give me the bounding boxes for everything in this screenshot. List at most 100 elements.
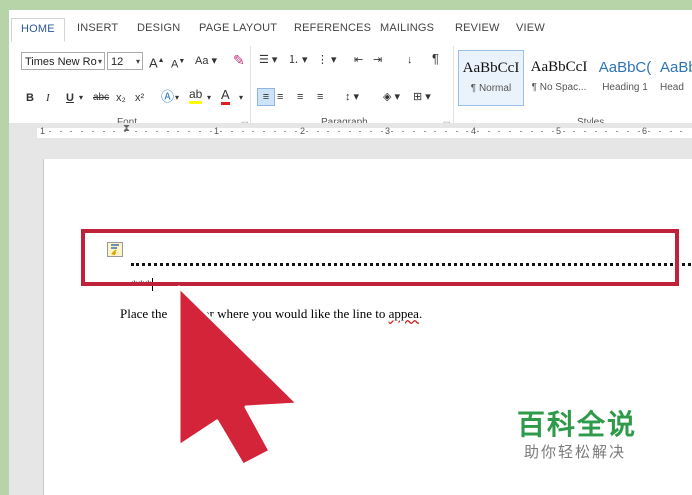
ruler-tick [337,131,340,132]
ruler-tick [669,131,672,132]
ruler-tick [594,131,597,132]
bullets-icon[interactable]: ☰ ▾ [259,52,277,68]
ruler-tick [252,131,255,132]
underline-button[interactable]: U [66,90,74,106]
ruler-number: 1 [40,126,46,136]
ruler-tick [316,131,319,132]
watermark-subtitle: 助你轻松解决 [524,444,627,461]
ruler-tick [145,131,148,132]
highlight-color-icon[interactable]: ab [189,88,203,104]
italic-button[interactable]: I [46,90,50,106]
tab-review[interactable]: REVIEW [455,22,500,34]
chevron-down-icon[interactable]: ▾ [175,90,179,106]
tab-home[interactable]: HOME [11,18,65,42]
ruler-tick [241,131,244,132]
ruler-tick [402,131,405,132]
group-divider [453,46,454,126]
ruler-number: 2 [300,126,306,136]
chevron-down-icon[interactable]: ▾ [239,90,243,106]
style-heading-2[interactable]: AaBbC Head [660,50,692,106]
style-heading-2-name: Head [660,82,684,93]
ruler-tick [551,131,554,132]
tab-page-layout[interactable]: PAGE LAYOUT [199,22,277,34]
multilevel-list-icon[interactable]: ⋮ ▾ [317,52,337,68]
style-normal[interactable]: AaBbCcI ¶ Normal [458,50,524,106]
strikethrough-button[interactable]: abc [93,90,109,106]
ruler-tick [113,131,116,132]
grow-font-button[interactable]: A▲ [149,53,165,71]
ruler-tick [370,131,372,132]
style-no-spacing[interactable]: AaBbCcI ¶ No Spac... [526,50,592,106]
ruler-tick [637,131,640,132]
ruler-tick [605,131,608,132]
ruler-tick [584,131,586,132]
horizontal-ruler[interactable]: 1 ⧗ 1 2 3 4 5 6 [9,123,692,141]
instruction-paragraph[interactable]: Place the cursoror where you would like … [120,306,422,322]
align-right-icon[interactable]: ≡ [297,89,303,105]
ruler-tick [134,131,137,132]
superscript-button[interactable]: x² [135,90,144,106]
ruler-number: 6 [642,126,648,136]
ruler-tick [573,131,576,132]
indent-marker-icon[interactable]: ⧗ [123,123,130,134]
chevron-down-icon[interactable]: ▾ [207,90,211,106]
bold-button[interactable]: B [26,90,34,106]
ruler-tick [444,131,447,132]
ruler-tick [273,131,276,132]
ruler-tick [616,131,619,132]
align-center-icon[interactable]: ≡ [277,89,283,105]
align-left-icon[interactable]: ≡ [257,88,275,106]
line-spacing-icon[interactable]: ↕ ▾ [345,89,359,105]
ruler-tick [59,131,62,132]
tab-references[interactable]: REFERENCES [294,22,371,34]
ruler-tick [434,131,437,132]
font-color-icon[interactable]: A [221,88,230,105]
ruler-number: 3 [385,126,391,136]
show-formatting-button[interactable]: ¶ [432,51,439,67]
change-case-label: Aa [195,55,209,67]
chevron-down-icon[interactable]: ▾ [98,53,102,71]
sort-icon[interactable]: ↓ [407,52,413,68]
ruler-tick [391,131,394,132]
tab-mailings[interactable]: MAILINGS [380,22,434,34]
ruler-tick [188,131,191,132]
font-name-combo[interactable]: Times New Ro ▾ [21,52,105,70]
ruler-tick [81,131,84,132]
ruler-tick [49,131,51,132]
subscript-button[interactable]: x₂ [116,90,126,106]
tab-design[interactable]: DESIGN [137,22,180,34]
misspelled-word: appea [388,306,419,321]
ruler-tick [423,131,426,132]
font-size-value: 12 [111,56,124,68]
underline-dropdown-icon[interactable]: ▾ [79,90,83,106]
shading-icon[interactable]: ◈ ▾ [383,89,400,105]
ruler-tick [412,131,415,132]
ruler-tick [541,131,544,132]
ruler-tick [295,131,298,132]
ruler-tick [284,131,287,132]
text-effects-icon[interactable]: Ⓐ [161,89,174,105]
font-size-combo[interactable]: 12 ▾ [107,52,143,70]
font-name-value: Times New Ro [25,56,97,68]
ruler-tick [455,131,458,132]
tab-view[interactable]: VIEW [516,22,545,34]
increase-indent-icon[interactable]: ⇥ [373,52,382,68]
decrease-indent-icon[interactable]: ⇤ [354,52,363,68]
style-normal-sample: AaBbCcI [462,60,520,76]
clear-formatting-icon[interactable]: ✎ [233,52,245,68]
ruler-tick [177,131,180,132]
ribbon-home: Times New Ro ▾ 12 ▾ A▲ A▼ Aa ▾ ✎ B I U ▾… [9,42,692,133]
ruler-tick [305,131,308,132]
ruler-number: 5 [556,126,562,136]
style-heading-2-sample: AaBbC [660,59,692,76]
ruler-tick [70,131,73,132]
justify-icon[interactable]: ≡ [317,89,323,105]
numbering-icon[interactable]: ⒈ ▾ [288,52,308,68]
ruler-tick [477,131,479,132]
borders-icon[interactable]: ⊞ ▾ [413,89,431,105]
shrink-font-button[interactable]: A▼ [171,54,185,73]
tab-insert[interactable]: INSERT [77,22,118,34]
change-case-button[interactable]: Aa ▾ [195,53,217,69]
chevron-down-icon[interactable]: ▾ [136,53,140,71]
style-heading-1[interactable]: AaBbC( Heading 1 [594,50,656,106]
